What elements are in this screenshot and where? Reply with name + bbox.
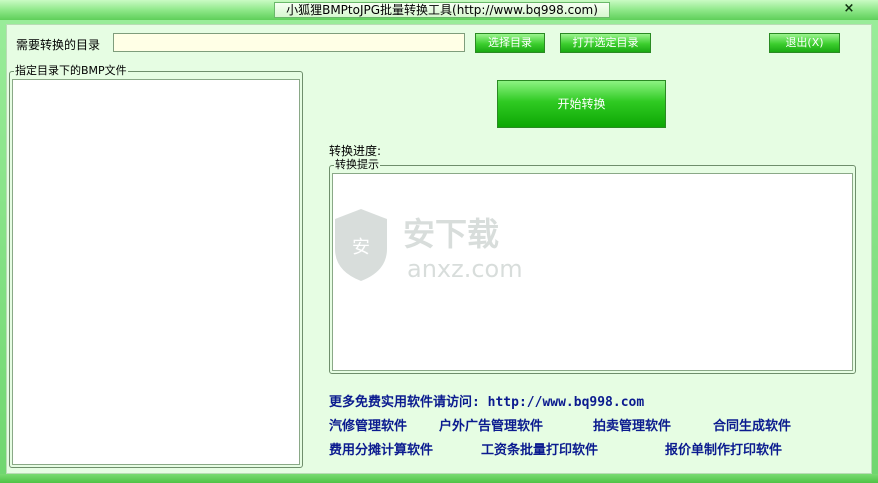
dir-input[interactable] — [113, 33, 465, 52]
link-cost-sharing[interactable]: 费用分摊计算软件 — [329, 439, 433, 458]
open-dir-button[interactable]: 打开选定目录 — [560, 33, 651, 53]
main-panel: 需要转换的目录 选择目录 打开选定目录 退出(X) 指定目录下的BMP文件 开始… — [6, 24, 872, 474]
exit-button[interactable]: 退出(X) — [769, 33, 840, 53]
bmp-files-group: 指定目录下的BMP文件 — [9, 64, 303, 468]
link-quotation[interactable]: 报价单制作打印软件 — [665, 439, 782, 458]
convert-tips-box[interactable] — [332, 173, 853, 371]
bmp-file-list[interactable] — [12, 79, 300, 465]
link-contract[interactable]: 合同生成软件 — [713, 415, 791, 434]
app-window: 小狐狸BMPtoJPG批量转换工具(http://www.bq998.com) … — [0, 0, 878, 483]
link-auction[interactable]: 拍卖管理软件 — [593, 415, 671, 434]
select-dir-button[interactable]: 选择目录 — [475, 33, 545, 53]
link-outdoor-ads[interactable]: 户外广告管理软件 — [439, 415, 543, 434]
progress-label: 转换进度: — [329, 144, 382, 158]
close-icon[interactable]: × — [842, 1, 856, 17]
window-title: 小狐狸BMPtoJPG批量转换工具(http://www.bq998.com) — [274, 2, 610, 18]
title-bar[interactable]: 小狐狸BMPtoJPG批量转换工具(http://www.bq998.com) … — [0, 0, 878, 20]
link-payslip[interactable]: 工资条批量打印软件 — [481, 439, 598, 458]
convert-tips-group: 转换提示 — [329, 158, 856, 374]
start-convert-button[interactable]: 开始转换 — [497, 80, 666, 128]
status-bar — [0, 474, 878, 483]
bmp-files-legend: 指定目录下的BMP文件 — [14, 64, 128, 77]
dir-label: 需要转换的目录 — [16, 38, 101, 52]
link-car-repair[interactable]: 汽修管理软件 — [329, 415, 407, 434]
convert-tips-legend: 转换提示 — [334, 158, 380, 171]
visit-link-text: 更多免费实用软件请访问: http://www.bq998.com — [329, 395, 645, 410]
